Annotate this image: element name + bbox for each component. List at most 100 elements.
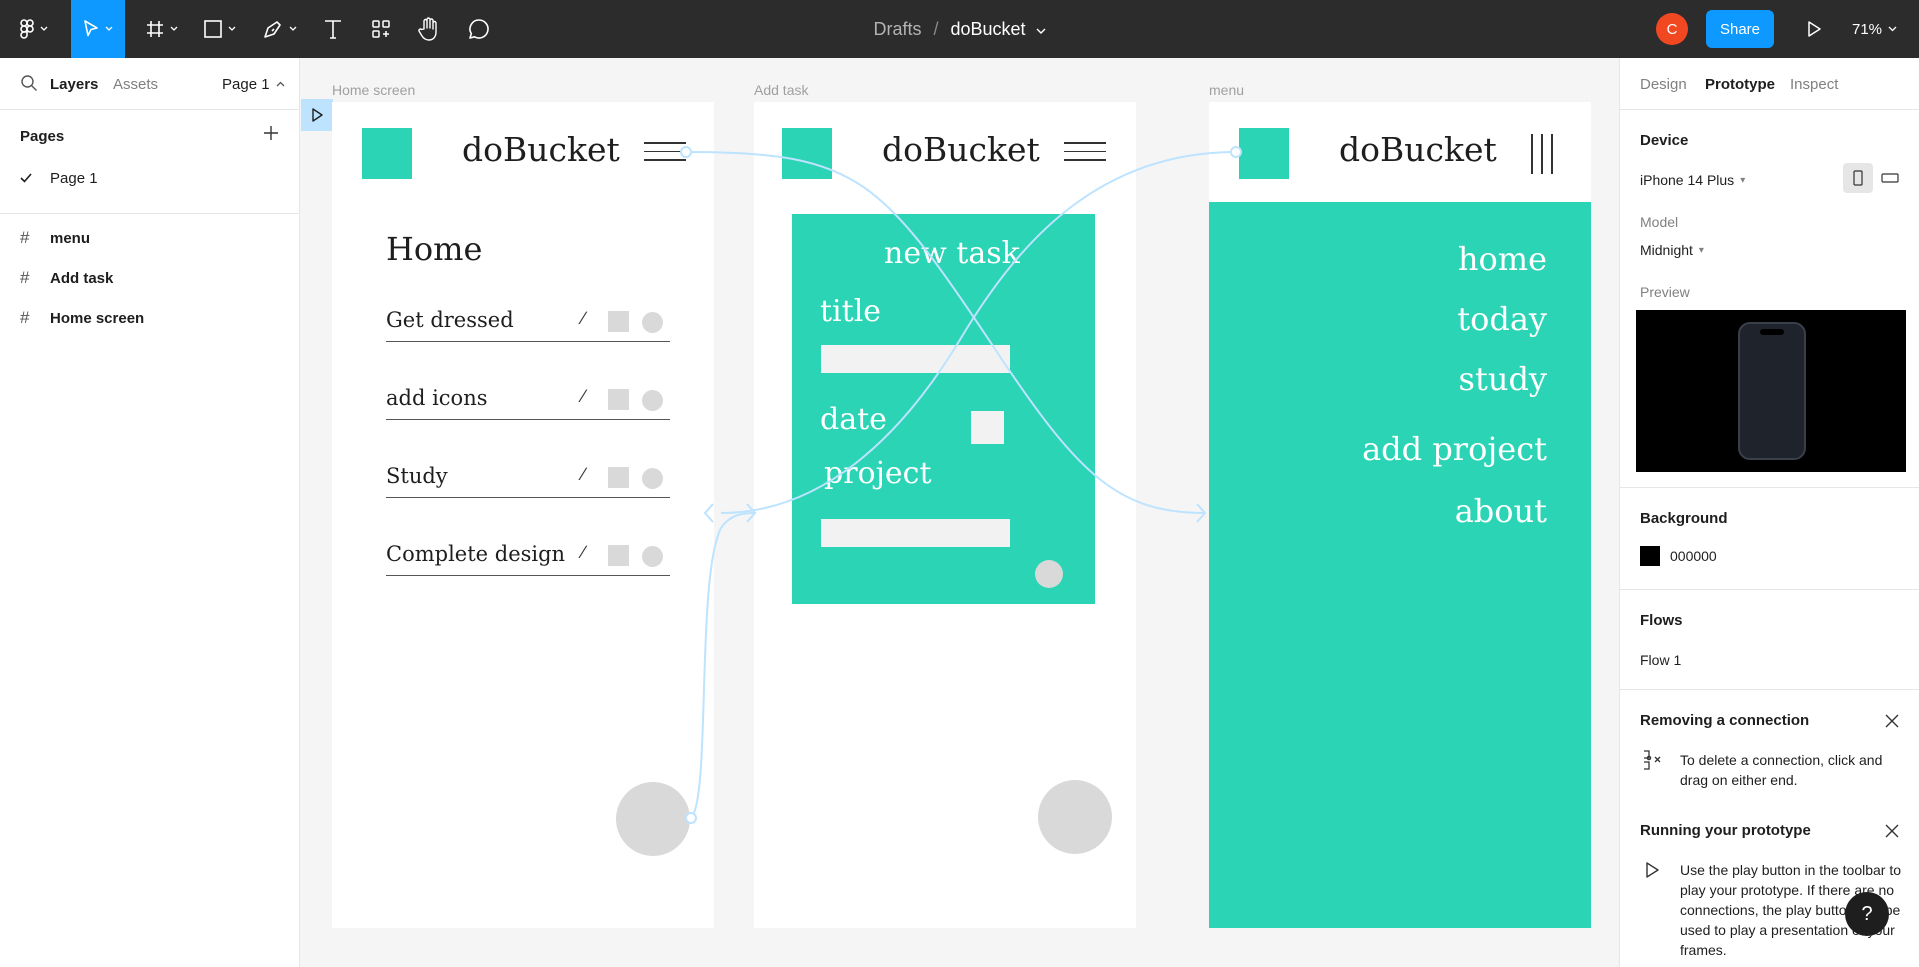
background-heading: Background [1640,510,1728,527]
play-icon [1808,21,1821,37]
disconnect-icon [1644,750,1661,770]
shape-tool-button[interactable] [196,0,244,58]
play-icon [312,108,323,122]
frame-menu[interactable]: doBucket home today study add project ab… [1209,102,1591,928]
phone-notch [1760,329,1784,335]
close-icon[interactable] [1884,713,1900,729]
tab-prototype[interactable]: Prototype [1705,58,1775,110]
hand-tool-button[interactable] [412,0,446,58]
background-fill[interactable]: 000000 [1640,546,1717,566]
status-dot[interactable] [642,390,663,411]
checkbox-square[interactable] [608,467,629,488]
tab-inspect[interactable]: Inspect [1790,58,1838,110]
pencil-icon[interactable]: ∕ [582,464,585,485]
chevron-down-icon [289,26,297,31]
chevron-down-icon [105,26,113,31]
chevron-down-icon [1888,26,1897,32]
pencil-icon[interactable]: ∕ [582,386,585,407]
pencil-icon[interactable]: ∕ [582,542,585,563]
share-button[interactable]: Share [1706,10,1774,48]
zoom-menu[interactable]: 71% [1852,0,1897,58]
menu-item-about[interactable]: about [1455,492,1547,530]
menu-item-study[interactable]: study [1459,360,1547,398]
model-select[interactable]: Midnight ▾ [1640,242,1704,258]
present-button[interactable] [1798,0,1830,58]
layer-add-task[interactable]: # Add task [20,266,113,290]
add-page-icon[interactable] [262,124,280,142]
layer-home-screen[interactable]: # Home screen [20,306,144,330]
round-button[interactable] [1038,780,1112,854]
frame-add-task[interactable]: doBucket new task title date project [754,102,1136,928]
page-selector[interactable]: Page 1 [222,58,285,110]
flow-item[interactable]: Flow 1 [1640,652,1681,668]
comment-tool-button[interactable] [462,0,496,58]
project-input[interactable] [821,519,1010,547]
frame-label-home-screen[interactable]: Home screen [332,82,415,98]
close-icon[interactable] [1884,823,1900,839]
file-name[interactable]: doBucket [950,19,1025,40]
tip-body: To delete a connection, click and drag o… [1680,752,1883,788]
task-label: Complete design [386,542,566,566]
chevron-down-icon [40,26,48,31]
pencil-icon[interactable]: ∕ [582,308,585,329]
right-sidebar: Design Prototype Inspect Device iPhone 1… [1619,58,1919,967]
task-row[interactable]: Study ∕ [386,458,670,498]
date-picker[interactable] [971,411,1004,444]
task-row[interactable]: Complete design ∕ [386,536,670,576]
design-canvas[interactable]: Home screen doBucket Home Get dressed ∕ … [301,58,1619,967]
tab-design[interactable]: Design [1640,58,1687,110]
frame-label-add-task[interactable]: Add task [754,82,808,98]
status-dot[interactable] [642,468,663,489]
checkbox-square[interactable] [608,389,629,410]
components-tool-button[interactable] [364,0,398,58]
submit-dot[interactable] [1035,560,1063,588]
checkmark-icon [20,170,50,187]
chevron-down-icon: ▾ [1698,244,1704,256]
move-icon [84,20,98,37]
chevron-up-icon [276,81,285,87]
landscape-button[interactable] [1875,163,1905,193]
color-swatch[interactable] [1640,546,1660,566]
app-title: doBucket [882,130,1040,169]
task-row[interactable]: add icons ∕ [386,380,670,420]
portrait-button[interactable] [1843,163,1873,193]
frame-label-menu[interactable]: menu [1209,82,1244,98]
frame-home-screen[interactable]: doBucket Home Get dressed ∕ add icons ∕ … [332,102,714,928]
status-dot[interactable] [642,312,663,333]
move-tool-button[interactable] [71,0,125,58]
breadcrumb-drafts[interactable]: Drafts [873,19,921,40]
menu-item-home[interactable]: home [1458,240,1547,278]
close-menu-icon[interactable] [1531,134,1553,174]
menu-item-today[interactable]: today [1457,300,1547,338]
pen-tool-button[interactable] [256,0,304,58]
hamburger-menu-icon[interactable] [1064,142,1106,164]
main-menu-button[interactable] [12,0,56,58]
background-hex[interactable]: 000000 [1670,548,1717,564]
flow-starting-point[interactable] [301,99,333,131]
rectangle-icon [204,20,222,38]
user-avatar[interactable]: C [1656,13,1688,45]
add-task-fab[interactable] [616,782,690,856]
chevron-down-icon [1036,28,1046,34]
date-label: date [820,402,887,437]
tab-layers[interactable]: Layers [50,58,98,110]
task-row[interactable]: Get dressed ∕ [386,302,670,342]
file-menu-chevron[interactable] [1036,19,1046,40]
task-label: Get dressed [386,308,514,332]
page-item-page-1[interactable]: Page 1 [20,167,98,189]
device-section: Device iPhone 14 Plus ▾ Model Midnight ▾ P… [1620,110,1919,488]
hamburger-menu-icon[interactable] [644,142,686,164]
title-input[interactable] [821,345,1010,373]
search-icon[interactable] [20,74,38,92]
frame-tool-button[interactable] [138,0,186,58]
status-dot[interactable] [642,546,663,567]
checkbox-square[interactable] [608,311,629,332]
tab-assets[interactable]: Assets [113,58,158,110]
text-tool-button[interactable] [316,0,350,58]
menu-item-add-project[interactable]: add project [1362,430,1547,468]
checkbox-square[interactable] [608,545,629,566]
device-select[interactable]: iPhone 14 Plus ▾ [1640,172,1745,188]
layer-menu[interactable]: # menu [20,226,90,250]
task-label: add icons [386,386,488,410]
help-button[interactable]: ? [1845,892,1889,936]
